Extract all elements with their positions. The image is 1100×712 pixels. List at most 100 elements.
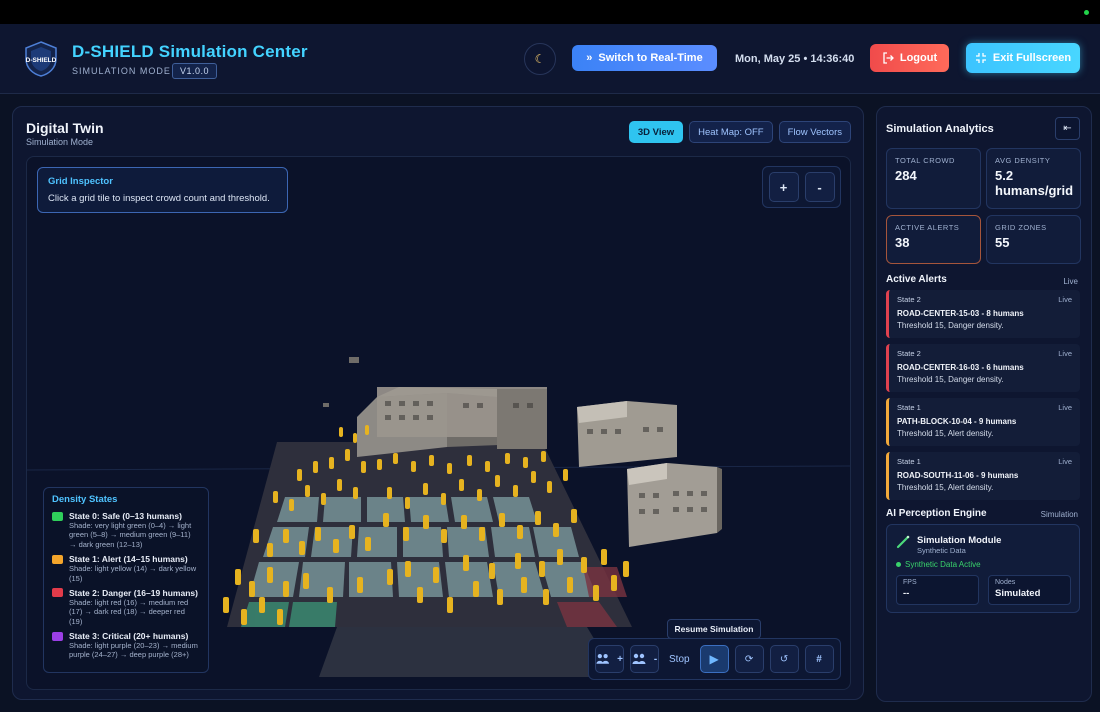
legend-label: State 0: Safe (0–13 humans) xyxy=(69,511,182,521)
exit-fullscreen-button[interactable]: Exit Fullscreen xyxy=(966,43,1080,73)
collapse-panel-button[interactable]: ⇤ xyxy=(1055,117,1080,140)
theme-toggle-button[interactable]: ☾ xyxy=(524,43,556,75)
switch-realtime-button[interactable]: » Switch to Real-Time xyxy=(572,45,717,71)
stat-value: 284 xyxy=(895,168,917,183)
version-badge: V1.0.0 xyxy=(172,63,218,79)
alert-card[interactable]: State 2 Live ROAD-CENTER-15-03 - 8 human… xyxy=(886,290,1080,338)
simulation-controls: + - Stop ▶ ⟳ ↺ # xyxy=(588,638,841,680)
nodes-box: Nodes Simulated xyxy=(988,575,1071,605)
logout-label: Logout xyxy=(899,52,938,64)
stat-value: 5.2 humans/grid xyxy=(995,168,1074,198)
alert-state: State 2 xyxy=(897,349,921,358)
status-dot-icon xyxy=(896,562,901,567)
zoom-out-button[interactable]: - xyxy=(804,172,835,202)
alert-state: State 2 xyxy=(897,295,921,304)
legend-item-alert: State 1: Alert (14–15 humans) Shade: lig… xyxy=(52,554,200,583)
users-add-icon xyxy=(596,653,609,664)
stat-label: ACTIVE ALERTS xyxy=(895,223,960,232)
stat-label: AVG DENSITY xyxy=(995,156,1051,165)
alerts-tag: Live xyxy=(1063,277,1078,286)
zoom-in-button[interactable]: + xyxy=(768,172,799,202)
datetime-display: Mon, May 25 • 14:36:40 xyxy=(735,53,855,65)
module-sub: Synthetic Data xyxy=(917,546,966,555)
stop-button[interactable]: Stop xyxy=(665,654,694,665)
ai-module-card: Simulation Module Synthetic Data Synthet… xyxy=(886,524,1080,613)
alert-threshold: Threshold 15, Alert density. xyxy=(897,429,994,438)
grid-toggle-button[interactable]: # xyxy=(804,645,834,673)
remove-people-label: - xyxy=(653,653,658,665)
grid-toggle-label: # xyxy=(816,653,822,665)
fps-value: -- xyxy=(903,588,910,599)
3d-viewport[interactable]: Grid Inspector Click a grid tile to insp… xyxy=(26,156,851,690)
play-button[interactable]: ▶ xyxy=(699,645,729,673)
alert-threshold: Threshold 15, Alert density. xyxy=(897,483,994,492)
alert-card[interactable]: State 1 Live ROAD-SOUTH-11-06 - 9 humans… xyxy=(886,452,1080,500)
alert-card[interactable]: State 1 Live PATH-BLOCK-10-04 - 9 humans… xyxy=(886,398,1080,446)
swatch-critical xyxy=(52,631,63,641)
logout-button[interactable]: Logout xyxy=(870,44,949,72)
twin-subtitle: Simulation Mode xyxy=(26,137,94,147)
grid-inspector-description: Click a grid tile to inspect crowd count… xyxy=(48,193,270,204)
double-chevron-icon: » xyxy=(586,52,593,64)
alert-live: Live xyxy=(1058,295,1072,304)
step-button[interactable]: ⟳ xyxy=(734,645,764,673)
digital-twin-panel: Digital Twin Simulation Mode 3D View Hea… xyxy=(12,106,864,700)
svg-text:D-SHIELD: D-SHIELD xyxy=(26,57,57,64)
grid-inspector: Grid Inspector Click a grid tile to insp… xyxy=(37,167,288,213)
swatch-alert xyxy=(52,554,63,564)
ai-tag: Simulation xyxy=(1040,510,1078,519)
status-dot xyxy=(1084,10,1089,15)
legend-label: State 2: Danger (16–19 humans) xyxy=(69,587,198,598)
module-status-label: Synthetic Data Active xyxy=(905,560,981,569)
legend-label: State 1: Alert (14–15 humans) xyxy=(69,554,188,565)
legend-shade: Shade: light yellow (14) → dark yellow (… xyxy=(69,564,197,583)
legend-item-danger: State 2: Danger (16–19 humans) Shade: li… xyxy=(52,588,200,626)
moon-icon: ☾ xyxy=(534,52,546,66)
alert-live: Live xyxy=(1058,349,1072,358)
stat-grid-zones: GRID ZONES 55 xyxy=(986,215,1081,264)
module-status: Synthetic Data Active xyxy=(896,560,981,569)
legend-label: State 3: Critical (20+ humans) xyxy=(69,631,189,641)
os-menu-bar xyxy=(0,0,1100,24)
stat-active-alerts: ACTIVE ALERTS 38 xyxy=(886,215,981,264)
alert-live: Live xyxy=(1058,457,1072,466)
analytics-title: Simulation Analytics xyxy=(886,123,994,135)
analytics-panel: Simulation Analytics ⇤ TOTAL CROWD 284 A… xyxy=(876,106,1092,702)
alert-state: State 1 xyxy=(897,403,921,412)
stat-label: TOTAL CROWD xyxy=(895,156,955,165)
zoom-controls: + - xyxy=(762,166,841,208)
alert-card[interactable]: State 2 Live ROAD-CENTER-16-03 - 6 human… xyxy=(886,344,1080,392)
stat-avg-density: AVG DENSITY 5.2 humans/grid xyxy=(986,148,1081,209)
twin-title: Digital Twin xyxy=(26,120,104,136)
alert-title: ROAD-SOUTH-11-06 - 9 humans xyxy=(897,471,1019,480)
add-people-label: + xyxy=(617,653,623,665)
alert-threshold: Threshold 15, Danger density. xyxy=(897,321,1004,330)
stat-value: 55 xyxy=(995,235,1010,250)
view-tabs: 3D View Heat Map: OFF Flow Vectors xyxy=(628,121,851,143)
legend-shade: Shade: light purple (20–23) → medium pur… xyxy=(69,641,198,660)
stat-label: GRID ZONES xyxy=(995,223,1047,232)
add-people-button[interactable]: + xyxy=(595,645,624,673)
step-icon: ⟳ xyxy=(744,653,754,665)
shield-logo-icon: D-SHIELD xyxy=(25,41,57,77)
fps-label: FPS xyxy=(903,579,917,586)
fps-box: FPS -- xyxy=(896,575,979,605)
switch-realtime-label: Switch to Real-Time xyxy=(598,52,703,64)
tab-flow-vectors[interactable]: Flow Vectors xyxy=(778,121,851,143)
reset-button[interactable]: ↺ xyxy=(769,645,799,673)
resume-tooltip: Resume Simulation xyxy=(667,619,761,639)
remove-people-button[interactable]: - xyxy=(630,645,659,673)
tab-heat-map[interactable]: Heat Map: OFF xyxy=(689,121,773,143)
module-name: Simulation Module xyxy=(917,535,1002,546)
grid-inspector-title: Grid Inspector xyxy=(48,176,113,187)
alerts-title: Active Alerts xyxy=(886,274,947,285)
reset-icon: ↺ xyxy=(779,653,789,665)
users-remove-icon xyxy=(632,653,646,664)
nodes-label: Nodes xyxy=(995,579,1016,586)
tab-3d-view[interactable]: 3D View xyxy=(628,121,684,143)
alert-threshold: Threshold 15, Danger density. xyxy=(897,375,1004,384)
play-icon: ▶ xyxy=(709,652,719,666)
legend-shade: Shade: very light green (0–4) → light gr… xyxy=(69,521,192,549)
alert-state: State 1 xyxy=(897,457,921,466)
app-header: D-SHIELD D-SHIELD Simulation Center SIMU… xyxy=(0,24,1100,94)
